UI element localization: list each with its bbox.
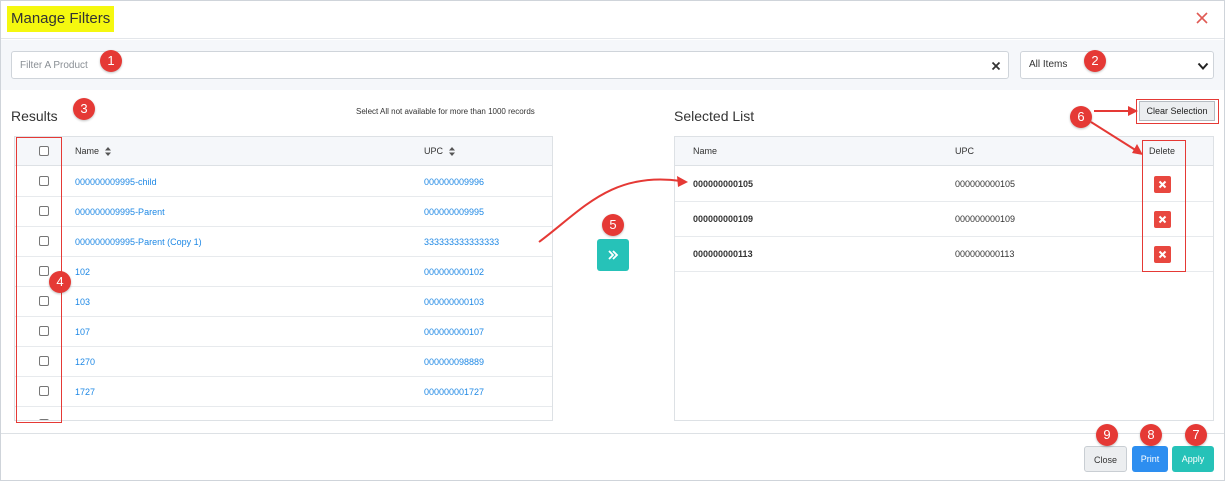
clear-icon[interactable]	[991, 61, 1001, 71]
selected-table: Name UPC Delete 000000000105 00000000010…	[674, 136, 1214, 421]
results-column-upc[interactable]: UPC	[424, 146, 455, 157]
search-bar: All Items	[1, 40, 1224, 90]
results-row: 1270 000000098889	[15, 347, 552, 377]
results-row: 000000009995-Parent 000000009995	[15, 197, 552, 227]
result-name-link[interactable]: 000000009995-child	[75, 177, 157, 187]
double-chevron-right-icon	[608, 250, 619, 260]
result-name-link[interactable]: 1727	[75, 387, 95, 397]
selected-column-upc: UPC	[955, 146, 975, 156]
results-row: 000000009995-Parent (Copy 1) 33333333333…	[15, 227, 552, 257]
result-name-link[interactable]: 103	[75, 297, 90, 307]
result-name-link[interactable]: 107	[75, 327, 90, 337]
result-upc-link[interactable]: 000000098889	[424, 357, 484, 367]
result-upc-link[interactable]: 000000000107	[424, 327, 484, 337]
results-row: 103 000000000103	[15, 287, 552, 317]
clear-selection-highlight	[1136, 99, 1219, 124]
callout-badge-4: 4	[49, 271, 71, 293]
result-name-link[interactable]: 000000009995-Parent (Copy 1)	[75, 237, 202, 247]
modal-title: Manage Filters	[7, 6, 115, 32]
delete-column-highlight	[1142, 140, 1186, 272]
print-button[interactable]: Print	[1132, 446, 1168, 472]
close-icon[interactable]	[1194, 10, 1210, 26]
sort-icon	[104, 147, 111, 157]
result-name-link[interactable]: 1270	[75, 357, 95, 367]
selected-name: 000000000109	[693, 214, 754, 224]
results-table-header: Name UPC	[15, 137, 552, 166]
result-name-link[interactable]: 102	[75, 267, 90, 277]
selected-upc: 000000000105	[955, 179, 1016, 189]
result-upc-link[interactable]: 000000001727	[424, 387, 484, 397]
results-table: Name UPC 000000009995-child 000000009996…	[14, 136, 553, 421]
manage-filters-modal: Manage Filters All Items Results Select …	[0, 0, 1225, 481]
chevron-down-icon	[1197, 62, 1209, 70]
callout-badge-3: 3	[73, 98, 95, 120]
modal-header: Manage Filters	[1, 1, 1224, 39]
result-upc-link[interactable]: 000000000102	[424, 267, 484, 277]
selected-list-title: Selected List	[674, 108, 755, 124]
selected-name: 000000000113	[693, 249, 753, 259]
callout-badge-5: 5	[602, 214, 624, 236]
callout-badge-9: 9	[1096, 424, 1118, 446]
results-row-partial	[15, 407, 552, 420]
apply-button[interactable]: Apply	[1172, 446, 1214, 472]
results-row: 102 000000000102	[15, 257, 552, 287]
selected-table-header: Name UPC Delete	[675, 137, 1213, 166]
results-column-name[interactable]: Name	[75, 146, 111, 157]
selected-row: 000000000109 000000000109	[675, 202, 1213, 237]
result-upc-link[interactable]: 333333333333333	[424, 237, 499, 247]
selected-row: 000000000105 000000000105	[675, 167, 1213, 202]
footer-divider	[1, 433, 1224, 434]
selected-name: 000000000105	[693, 179, 754, 189]
callout-badge-2: 2	[1084, 50, 1106, 72]
filter-product-input[interactable]	[11, 51, 1009, 79]
sort-icon	[448, 147, 455, 157]
result-upc-link[interactable]: 000000009995	[424, 207, 484, 217]
selected-row: 000000000113 000000000113	[675, 237, 1213, 272]
callout-badge-7: 7	[1185, 424, 1207, 446]
callout-badge-6: 6	[1070, 106, 1092, 128]
results-row: 000000009995-child 000000009996	[15, 167, 552, 197]
result-upc-link[interactable]: 000000009996	[424, 177, 484, 187]
selected-column-name: Name	[693, 146, 718, 156]
results-row: 1727 000000001727	[15, 377, 552, 407]
results-row: 107 000000000107	[15, 317, 552, 347]
result-upc-link[interactable]: 000000000103	[424, 297, 484, 307]
results-title: Results	[11, 108, 58, 124]
items-filter-select[interactable]: All Items	[1020, 51, 1214, 79]
select-all-note: Select All not available for more than 1…	[356, 107, 535, 116]
callout-badge-1: 1	[100, 50, 122, 72]
callout-badge-8: 8	[1140, 424, 1162, 446]
close-button[interactable]: Close	[1084, 446, 1127, 472]
selected-upc: 000000000113	[955, 249, 1015, 259]
add-to-selected-button[interactable]	[597, 239, 629, 271]
items-filter-value: All Items	[1029, 59, 1068, 70]
result-name-link[interactable]: 000000009995-Parent	[75, 207, 165, 217]
selected-upc: 000000000109	[955, 214, 1016, 224]
